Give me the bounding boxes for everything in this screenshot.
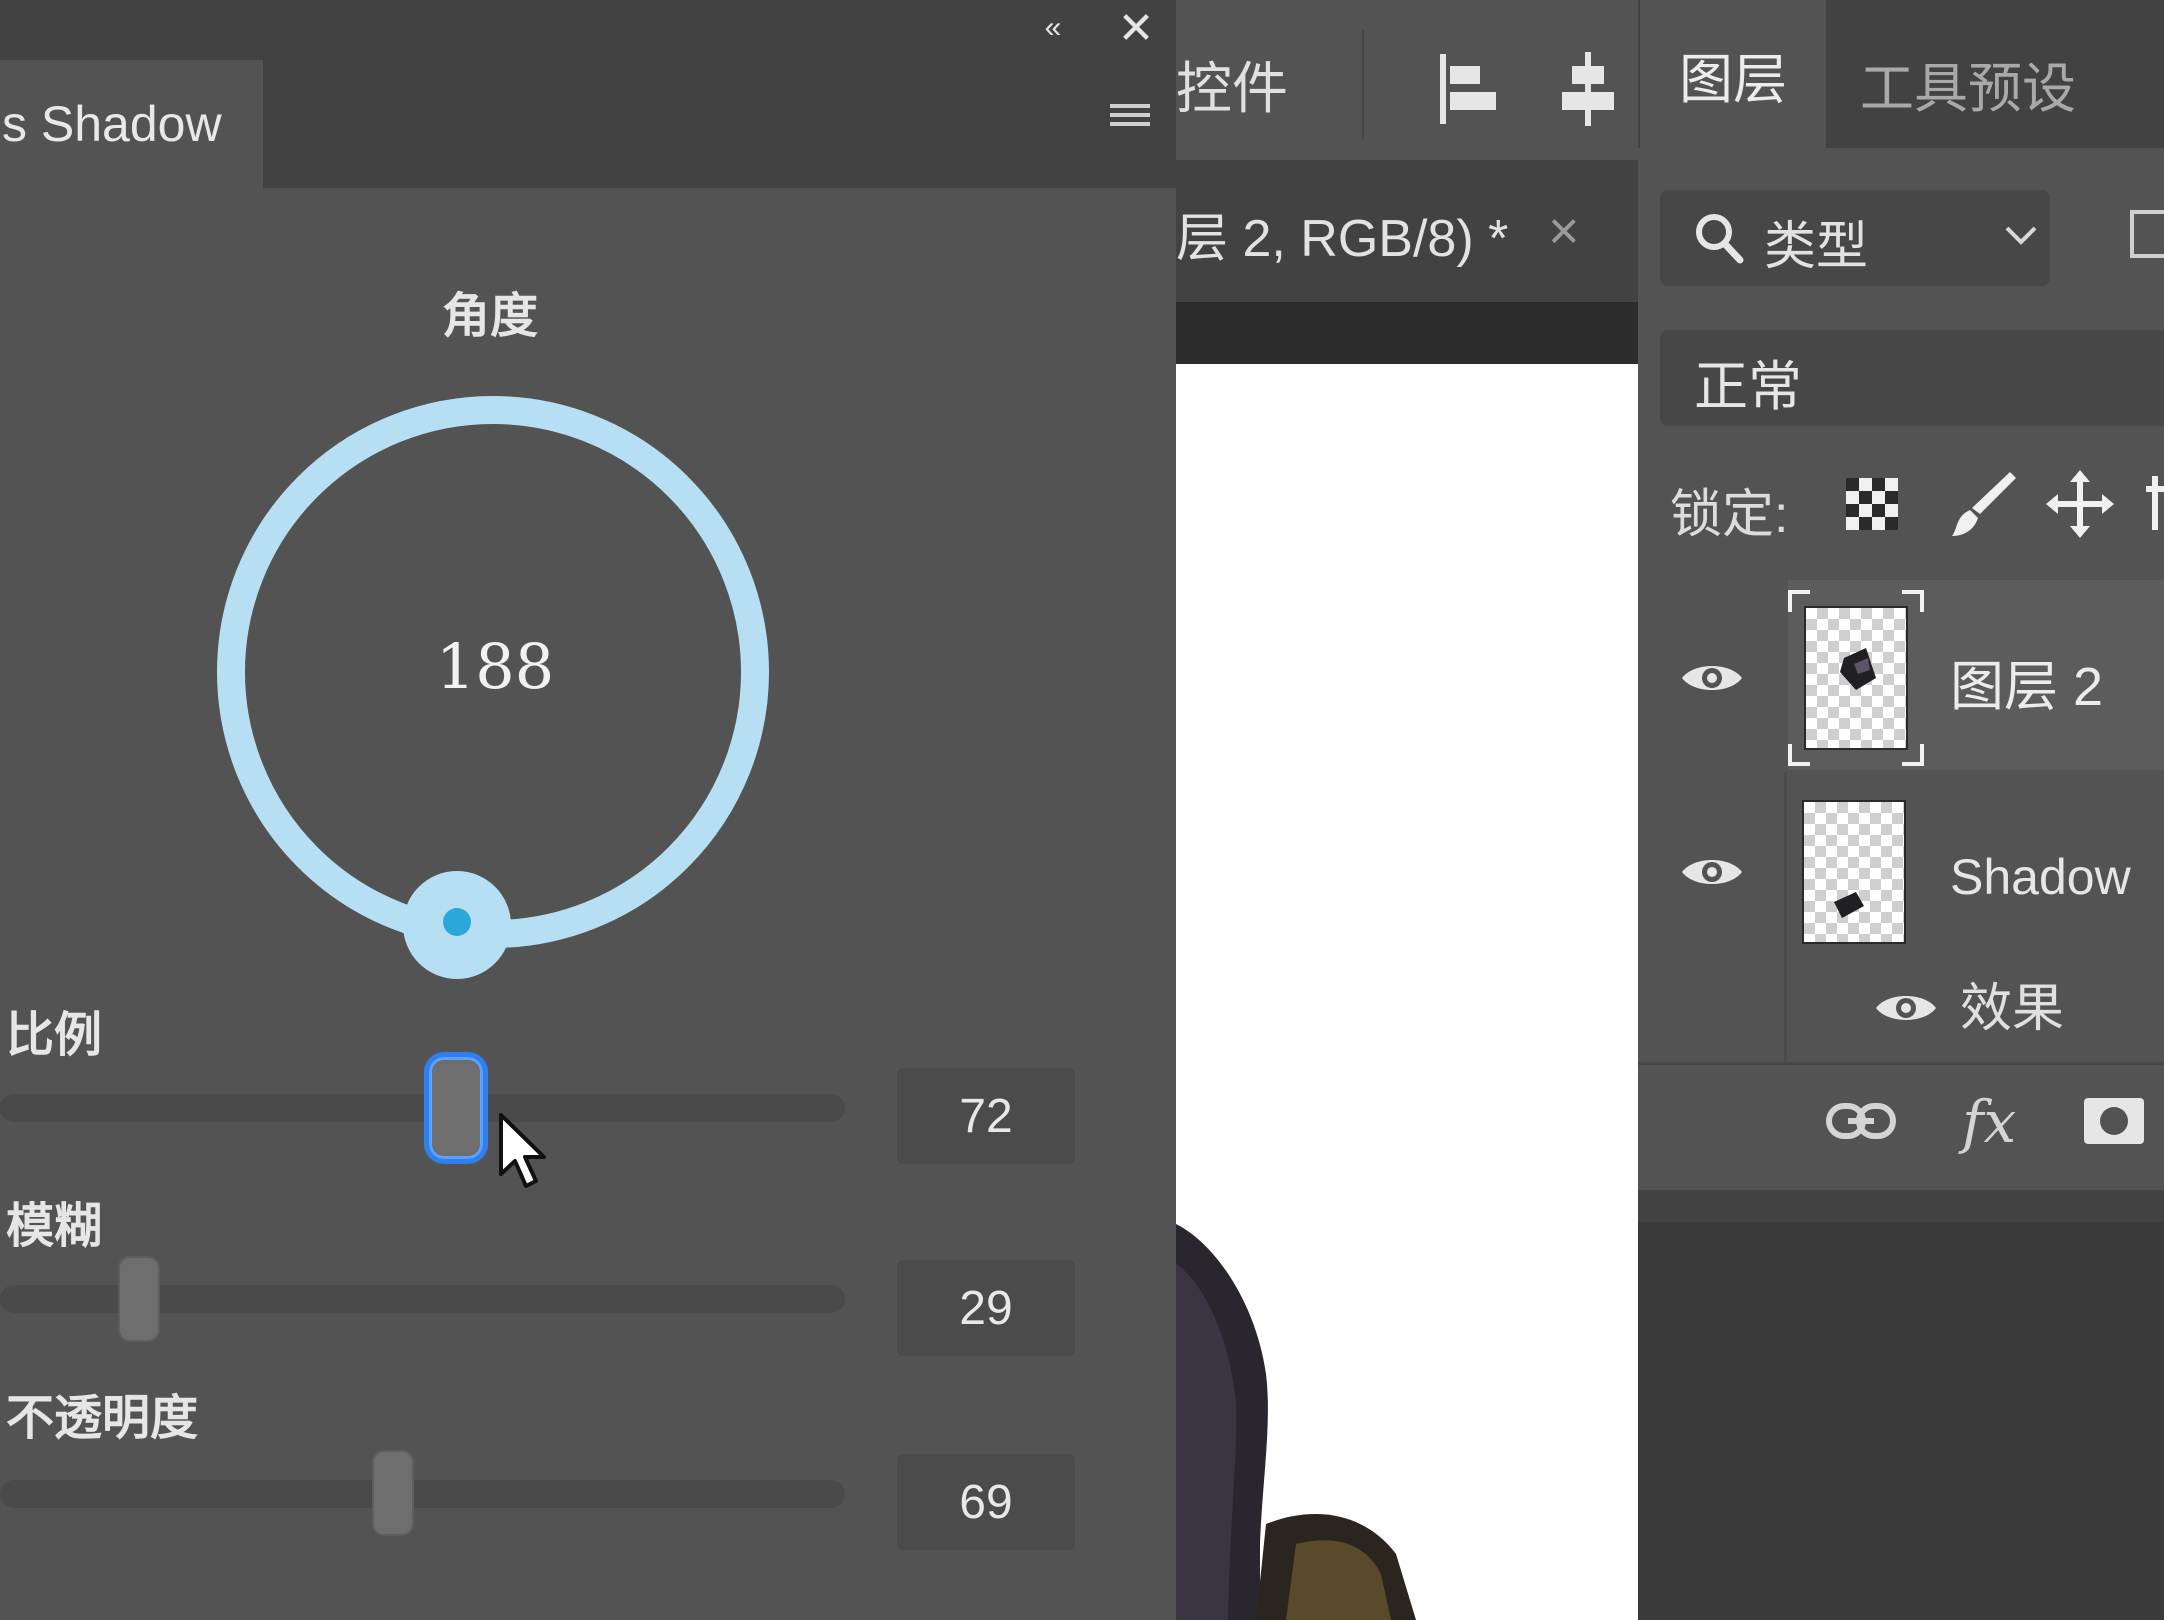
angle-dial-handle-dot xyxy=(443,908,471,936)
scale-slider-thumb[interactable] xyxy=(424,1052,489,1164)
opacity-slider-label: 不透明度 xyxy=(6,1392,199,1445)
layer-name[interactable]: 图层 2 xyxy=(1950,642,2103,721)
angle-value: 188 xyxy=(435,630,555,703)
plugin-tab[interactable]: s Shadow xyxy=(0,60,263,188)
eye-visibility-icon[interactable] xyxy=(1874,988,1938,1028)
product-image-fragment xyxy=(1176,1224,1416,1620)
scale-slider-track[interactable] xyxy=(0,1094,845,1122)
search-icon xyxy=(1696,214,1744,264)
mouse-cursor-icon xyxy=(499,1113,546,1188)
blur-slider-label: 模糊 xyxy=(6,1200,103,1253)
options-controls-label[interactable]: 控件 xyxy=(1176,44,1288,125)
add-layer-style-button[interactable]: fx xyxy=(1962,1088,2016,1156)
lock-image-pixels-brush-icon[interactable] xyxy=(1950,468,2018,540)
opacity-value-field[interactable]: 69 xyxy=(897,1454,1075,1550)
layer-filter-label: 类型 xyxy=(1764,218,1869,276)
blur-slider-thumb[interactable] xyxy=(118,1256,161,1342)
lock-artboard-icon[interactable] xyxy=(2146,476,2164,530)
options-divider xyxy=(1362,30,1364,140)
plugin-titlebar xyxy=(0,0,1176,56)
lock-label: 锁定: xyxy=(1670,486,1789,544)
blur-value-field[interactable]: 29 xyxy=(897,1260,1075,1356)
tab-layers[interactable]: 图层 xyxy=(1640,0,1826,148)
layer-effects-label[interactable]: 效果 xyxy=(1960,966,2064,1041)
layer-name[interactable]: Shadow xyxy=(1950,848,2131,906)
scale-slider-label: 比例 xyxy=(6,1009,103,1062)
document-canvas[interactable] xyxy=(1176,364,1638,1620)
canvas-ruler-strip xyxy=(1176,302,1638,364)
opacity-slider-track[interactable] xyxy=(0,1480,845,1508)
close-panel-button[interactable]: ✕ xyxy=(1108,0,1164,56)
angle-label: 角度 xyxy=(441,290,538,343)
lock-transparent-pixels-icon[interactable] xyxy=(1844,476,1900,532)
panel-menu-icon[interactable] xyxy=(1110,104,1150,134)
layer-thumbnail[interactable] xyxy=(1802,800,1906,944)
align-horizontal-centers-icon[interactable] xyxy=(1560,50,1616,128)
chevron-down-icon xyxy=(2005,226,2037,245)
collapse-panel-button[interactable]: « xyxy=(1025,0,1075,56)
add-layer-mask-icon[interactable] xyxy=(2082,1096,2146,1146)
plugin-tab-title: s Shadow xyxy=(2,96,222,152)
eye-visibility-icon[interactable] xyxy=(1680,658,1744,698)
selected-layer-frame xyxy=(1788,590,1924,766)
double-chevron-left-icon: « xyxy=(1044,11,1062,44)
align-left-edges-icon[interactable] xyxy=(1438,52,1500,126)
eye-visibility-icon[interactable] xyxy=(1680,852,1744,892)
layer-row-separator xyxy=(1784,772,1787,1062)
document-tab-title: 层 2, RGB/8) * xyxy=(1176,210,1509,268)
filter-image-icon[interactable] xyxy=(2130,210,2164,258)
blend-mode-value: 正常 xyxy=(1694,357,1802,417)
layer-thumbnail-art xyxy=(1834,892,1864,918)
document-close-icon[interactable]: × xyxy=(1548,200,1580,262)
link-layers-icon[interactable] xyxy=(1826,1098,1896,1144)
close-icon: ✕ xyxy=(1117,3,1155,53)
layers-panel-bottom-edge xyxy=(1638,1190,2164,1222)
tab-tool-presets[interactable]: 工具预设 xyxy=(1860,44,2076,123)
opacity-slider-thumb[interactable] xyxy=(371,1450,414,1536)
scale-value-field[interactable]: 72 xyxy=(897,1068,1075,1164)
lock-position-move-icon[interactable] xyxy=(2046,470,2114,538)
